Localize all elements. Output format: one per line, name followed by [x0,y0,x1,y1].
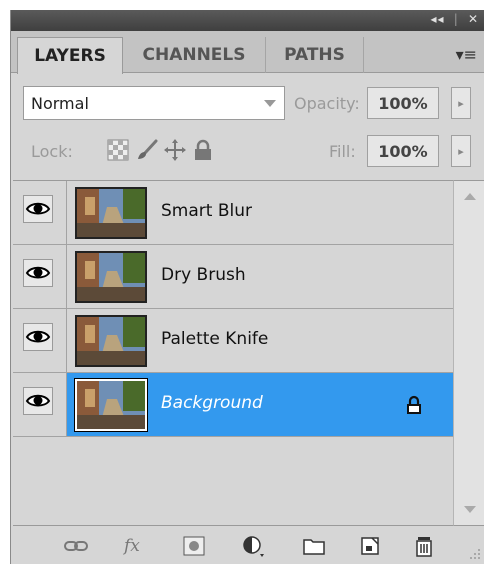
close-icon[interactable]: ✕ [468,12,479,26]
tab-bar: LAYERS CHANNELS PATHS ▾≡ [11,31,484,74]
visibility-toggle[interactable] [23,195,53,223]
lock-transparent-icon[interactable] [106,138,130,162]
layers-panel: ◂◂ | ✕ LAYERS CHANNELS PATHS ▾≡ Normal O… [10,10,484,564]
layer-thumbnail [75,187,147,239]
eye-icon [25,202,51,215]
layer-thumbnail [74,378,148,432]
visibility-cell[interactable] [13,373,67,436]
new-layer-icon[interactable] [357,534,383,558]
visibility-cell[interactable] [13,309,67,372]
lock-paint-icon[interactable] [135,138,159,162]
visibility-toggle[interactable] [23,323,53,351]
tab-layers[interactable]: LAYERS [17,37,123,74]
panel-titlebar: ◂◂ | ✕ [11,10,484,31]
layer-row-selected[interactable]: Background [13,373,453,437]
layer-row[interactable]: Palette Knife [13,309,453,373]
chevron-down-icon [264,100,276,107]
layer-thumbnail [75,315,147,367]
eye-icon [25,266,51,279]
lock-position-icon[interactable] [163,138,187,162]
visibility-toggle[interactable] [23,387,53,415]
layer-row[interactable]: Smart Blur [13,181,453,245]
opacity-flyout-button[interactable]: ▸ [451,87,471,119]
blend-mode-select[interactable]: Normal [23,86,285,120]
tab-channels[interactable]: CHANNELS [123,37,266,73]
panel-menu-icon[interactable]: ▾≡ [456,45,477,64]
layers-scrollbar[interactable] [453,180,484,526]
visibility-toggle[interactable] [23,259,53,287]
lock-icon [407,395,421,414]
adjustment-layer-icon[interactable] [241,534,267,558]
trash-icon[interactable] [411,534,437,558]
svg-text:fx: fx [123,536,140,556]
scroll-up-icon[interactable] [464,193,476,200]
blend-mode-value: Normal [31,93,89,113]
lock-all-icon[interactable] [191,138,215,162]
fill-field[interactable]: 100% [367,135,439,167]
visibility-cell[interactable] [13,245,67,308]
visibility-cell[interactable] [13,181,67,244]
scroll-down-icon[interactable] [464,506,476,513]
tab-paths[interactable]: PATHS [266,37,364,73]
layer-name[interactable]: Dry Brush [161,265,246,285]
layer-name[interactable]: Background [161,393,263,413]
layer-thumbnail [75,251,147,303]
layers-list: Smart Blur Dry Brush Palette Knife Backg… [13,180,453,526]
opacity-field[interactable]: 100% [367,87,439,119]
separator: | [453,12,459,26]
layer-name[interactable]: Palette Knife [161,329,268,349]
new-group-icon[interactable] [301,534,327,558]
resize-grip-icon[interactable] [467,546,481,560]
eye-icon [25,394,51,407]
fx-icon[interactable]: fx [123,534,149,558]
title-controls: ◂◂ | ✕ [426,12,479,26]
layer-name[interactable]: Smart Blur [161,201,252,221]
opacity-label: Opacity: [294,94,360,113]
fill-label: Fill: [329,142,356,161]
layer-row[interactable]: Dry Brush [13,245,453,309]
collapse-icon[interactable]: ◂◂ [430,12,444,26]
link-layers-icon[interactable] [63,534,89,558]
lock-label: Lock: [31,142,73,161]
layer-mask-icon[interactable] [181,534,207,558]
panel-footer: fx [11,526,484,564]
fill-flyout-button[interactable]: ▸ [451,135,471,167]
eye-icon [25,330,51,343]
